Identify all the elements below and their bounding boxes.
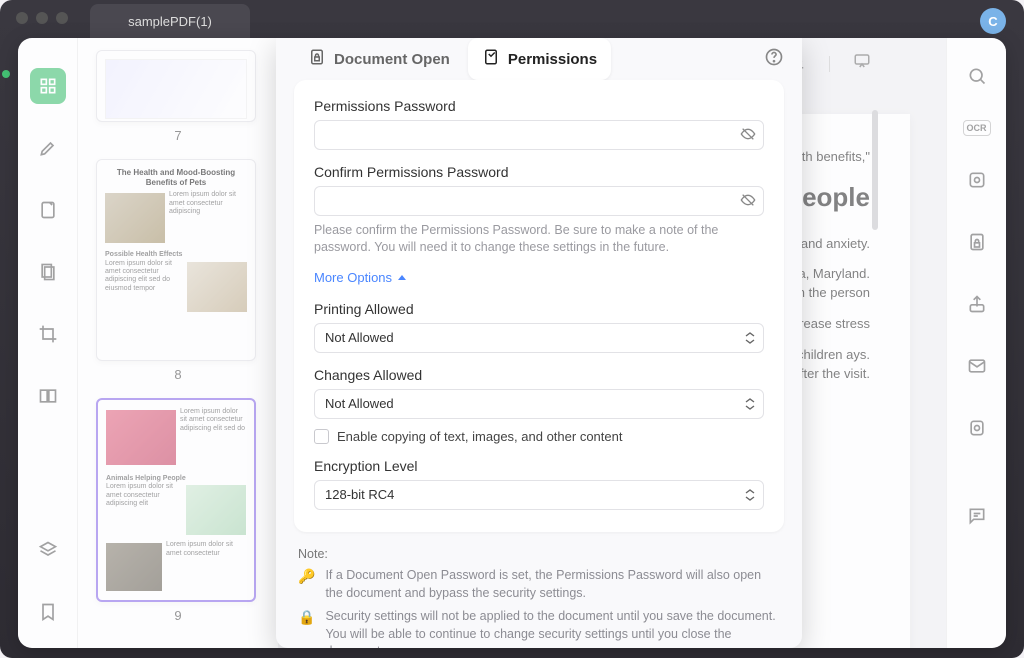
changes-allowed-label: Changes Allowed: [314, 367, 764, 383]
security-dialog: Document Open Permissions Permissions Pa…: [276, 38, 802, 648]
help-icon[interactable]: [764, 47, 784, 72]
printing-allowed-select[interactable]: Not Allowed: [314, 323, 764, 353]
changes-allowed-select[interactable]: Not Allowed: [314, 389, 764, 419]
window-title-tab[interactable]: samplePDF(1): [90, 4, 250, 38]
eye-icon[interactable]: [740, 192, 756, 213]
tab-document-open[interactable]: Document Open: [294, 38, 464, 80]
enable-copy-checkbox[interactable]: Enable copying of text, images, and othe…: [314, 429, 764, 444]
encryption-level-label: Encryption Level: [314, 458, 764, 474]
note-text: If a Document Open Password is set, the …: [325, 567, 780, 602]
accent-indicator: [2, 70, 10, 78]
note-heading: Note:: [298, 546, 780, 564]
confirm-password-label: Confirm Permissions Password: [314, 164, 764, 180]
traffic-minimize[interactable]: [36, 12, 48, 24]
confirm-hint: Please confirm the Permissions Password.…: [314, 222, 764, 256]
traffic-zoom[interactable]: [56, 12, 68, 24]
key-icon: 🔑: [298, 567, 315, 602]
eye-icon[interactable]: [740, 126, 756, 147]
note-text: Security settings will not be applied to…: [325, 608, 780, 648]
permissions-password-input[interactable]: [314, 120, 764, 150]
tab-permissions[interactable]: Permissions: [468, 38, 611, 80]
permissions-icon: [482, 48, 500, 70]
encryption-level-select[interactable]: 128-bit RC4: [314, 480, 764, 510]
chevron-up-icon: [398, 275, 406, 280]
avatar[interactable]: C: [980, 8, 1006, 34]
printing-allowed-label: Printing Allowed: [314, 301, 764, 317]
more-options-toggle[interactable]: More Options: [314, 270, 406, 285]
permissions-password-label: Permissions Password: [314, 98, 764, 114]
lock-doc-icon: [308, 48, 326, 70]
confirm-password-input[interactable]: [314, 186, 764, 216]
traffic-close[interactable]: [16, 12, 28, 24]
lock-icon: 🔒: [298, 608, 315, 648]
